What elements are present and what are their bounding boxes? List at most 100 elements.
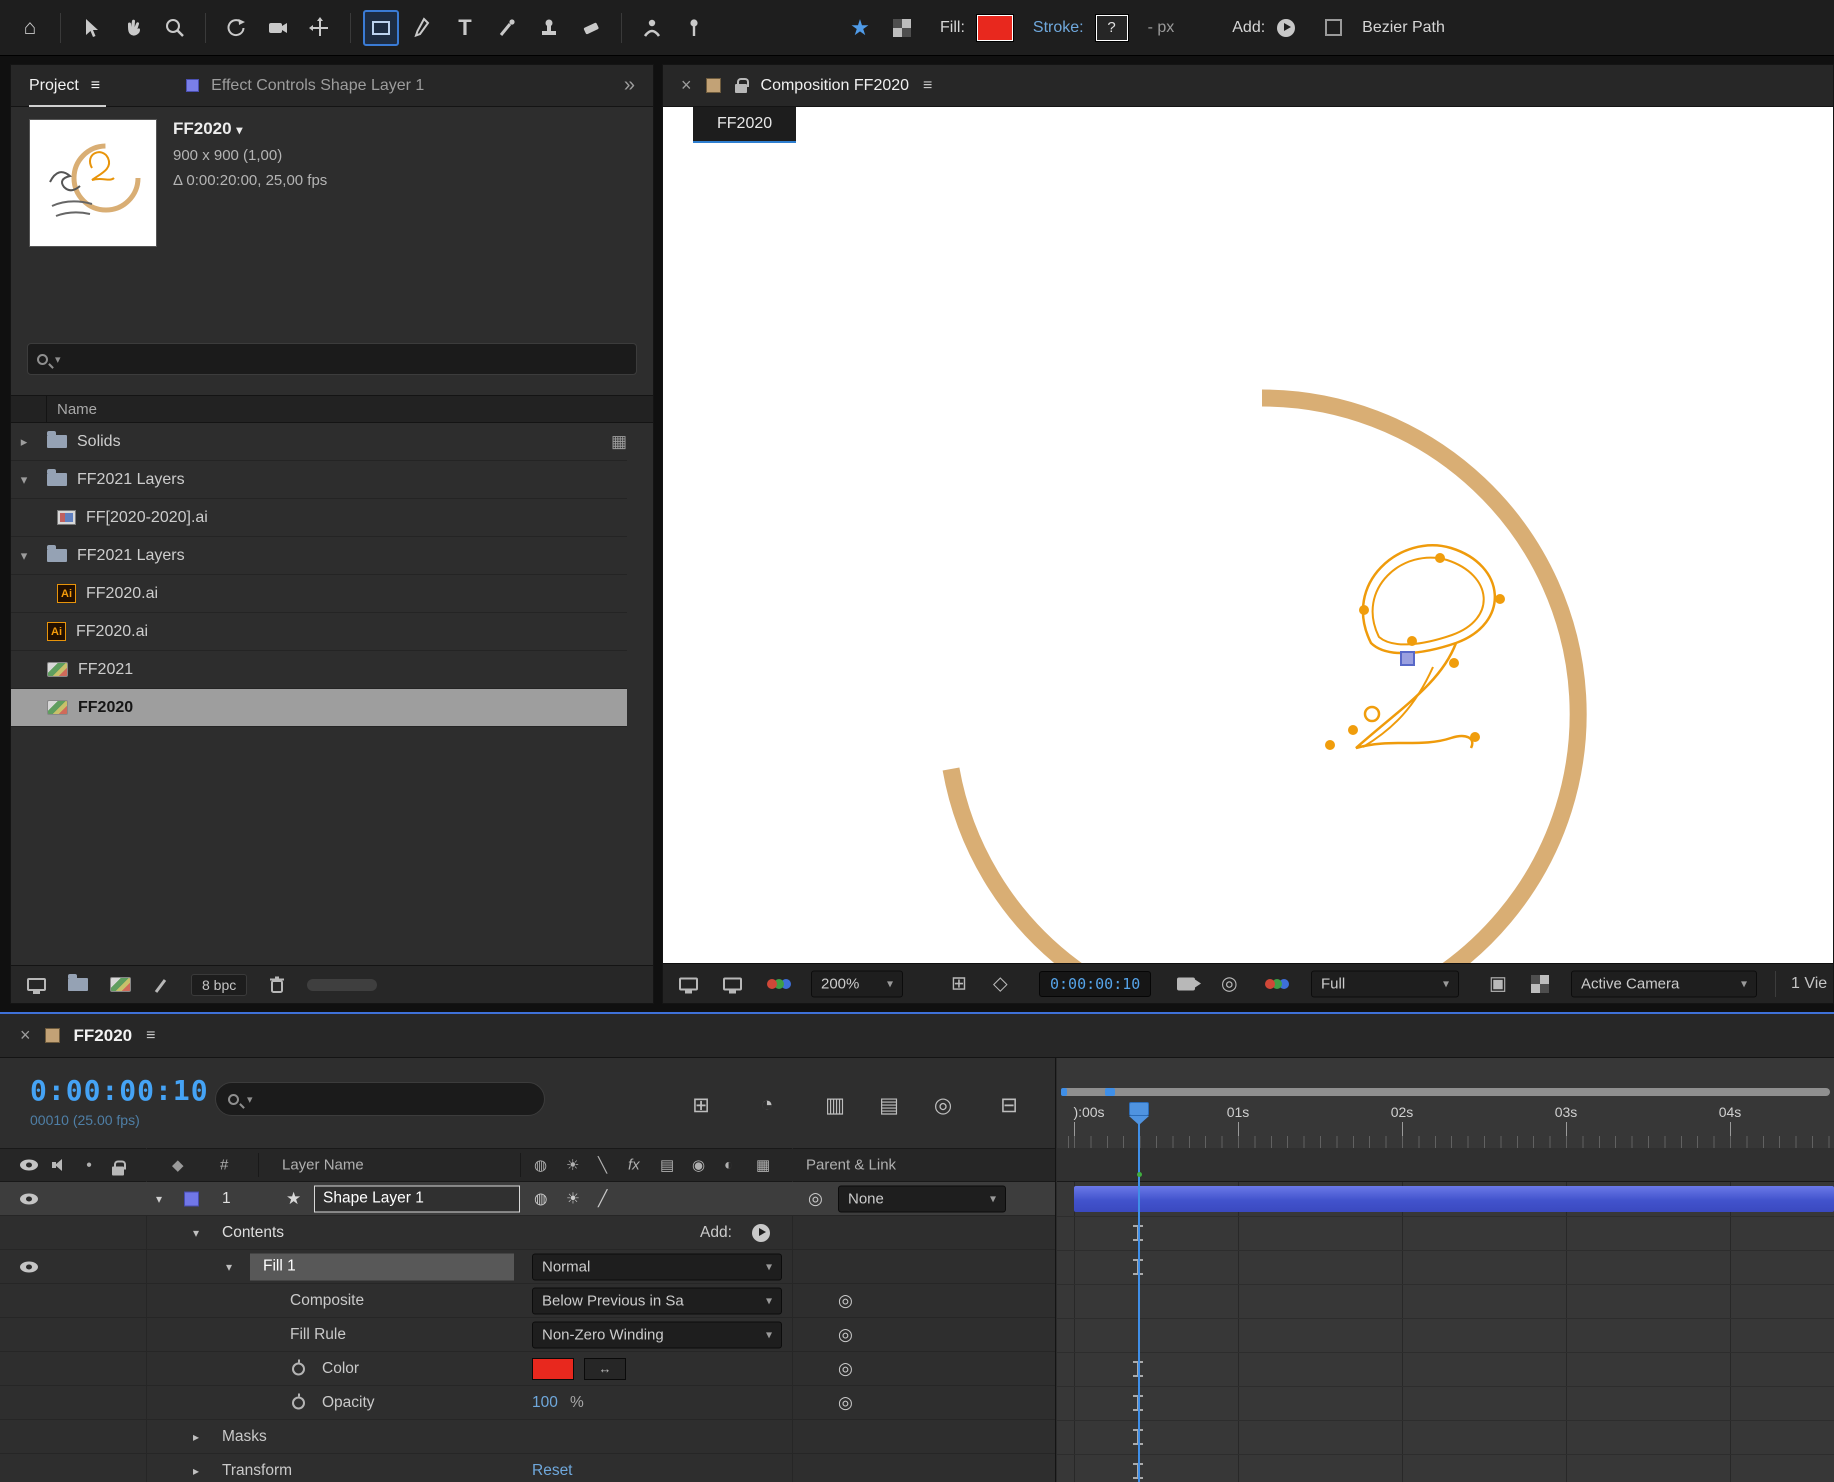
draft-3d-icon[interactable]: ◔ (752, 1090, 782, 1120)
layer-duration-bar[interactable] (1074, 1186, 1834, 1212)
motion-blur-icon[interactable]: ◎ (928, 1090, 958, 1120)
comp-label-color[interactable] (45, 1028, 60, 1043)
snapshot-icon[interactable] (1177, 977, 1195, 990)
expression-pick-whip-icon[interactable]: ◎ (838, 1291, 853, 1311)
layer-quality-switch[interactable]: ╱ (598, 1189, 607, 1208)
stopwatch-icon[interactable] (292, 1362, 305, 1375)
color-swatch[interactable] (532, 1358, 574, 1380)
label-column-icon[interactable]: ◆ (172, 1156, 184, 1174)
new-composition-icon[interactable] (110, 977, 131, 992)
artwork[interactable] (663, 107, 1833, 963)
project-item-ff2020-ai[interactable]: Ai FF2020.ai (11, 575, 627, 613)
project-item-ff2020-2020-ai[interactable]: FF[2020-2020].ai (11, 499, 627, 537)
adjust-icon[interactable] (153, 976, 169, 994)
fill-rule-select[interactable]: Non-Zero Winding ▾ (532, 1321, 782, 1348)
interpret-footage-icon[interactable] (27, 978, 46, 991)
layer-expand-icon[interactable]: ▾ (156, 1192, 162, 1206)
timeline-comp-tab[interactable]: FF2020 (74, 1026, 133, 1046)
lock-column-icon[interactable] (112, 1167, 124, 1176)
project-item-ff2021[interactable]: FF2021 (11, 651, 627, 689)
panel-menu-icon[interactable]: ≡ (923, 77, 932, 95)
threed-switch-icon[interactable]: ▦ (756, 1156, 770, 1174)
layer-shy-switch[interactable]: ◍ (534, 1189, 548, 1208)
add-property-icon[interactable] (752, 1224, 770, 1242)
layer-label-color[interactable] (184, 1191, 199, 1206)
new-folder-icon[interactable] (68, 978, 88, 991)
comp-label-color[interactable] (706, 78, 721, 93)
timeline-tracks[interactable]: ):00s 01s 02s 03s 04s (1057, 1058, 1834, 1482)
layer-collapse-switch[interactable]: ☀ (566, 1189, 580, 1208)
tab-project[interactable]: Project ≡ (29, 65, 106, 107)
layer-name-field[interactable]: Shape Layer 1 (314, 1185, 520, 1212)
comp-nav-tab[interactable]: FF2020 (693, 107, 796, 143)
hand-tool-icon[interactable] (115, 10, 151, 46)
transform-expand-icon[interactable]: ▸ (193, 1464, 199, 1478)
flowchart-icon[interactable]: ▦ (611, 432, 627, 452)
quality-switch-icon[interactable]: ╲ (598, 1156, 607, 1174)
expression-pick-whip-icon[interactable]: ◎ (838, 1325, 853, 1345)
color-picker-icon[interactable]: ↔ (584, 1358, 626, 1380)
masks-row[interactable]: ▸ Masks (0, 1420, 1055, 1454)
pen-tool-icon[interactable] (405, 10, 441, 46)
timeline-search-input[interactable]: ▾ (215, 1082, 545, 1116)
pan-behind-tool-icon[interactable] (302, 10, 338, 46)
home-icon[interactable]: ⌂ (12, 10, 48, 46)
project-item-solids[interactable]: ▸ Solids ▦ (11, 423, 627, 461)
comp-name-caret-icon[interactable]: ▾ (236, 123, 242, 137)
delete-icon[interactable] (269, 976, 285, 994)
fill-expand-icon[interactable]: ▾ (226, 1260, 232, 1274)
fill-rule-row[interactable]: Fill Rule Non-Zero Winding ▾ ◎ (0, 1318, 1055, 1352)
contents-row[interactable]: ▾ Contents Add: (0, 1216, 1055, 1250)
zoom-select[interactable]: 200% ▾ (811, 970, 903, 997)
composite-row[interactable]: Composite Below Previous in Sa ▾ ◎ (0, 1284, 1055, 1318)
rotate-tool-icon[interactable] (218, 10, 254, 46)
brush-tool-icon[interactable] (489, 10, 525, 46)
grid-guides-icon[interactable]: ⊞ (951, 972, 967, 995)
contents-expand-icon[interactable]: ▾ (193, 1226, 199, 1240)
composition-canvas[interactable]: FF2020 (663, 107, 1833, 963)
fill-color-swatch[interactable] (977, 15, 1013, 41)
collapse-switch-icon[interactable]: ☀ (566, 1156, 579, 1174)
panel-menu-icon[interactable]: ≡ (91, 77, 100, 95)
current-timecode[interactable]: 0:00:00:10 (30, 1074, 209, 1107)
mask-favorite-button[interactable]: ★ (842, 10, 878, 46)
project-item-ff2020-selected[interactable]: FF2020 (11, 689, 627, 727)
fill-name-box[interactable]: Fill 1 (250, 1253, 514, 1280)
search-caret-icon[interactable]: ▾ (55, 353, 61, 366)
stroke-label[interactable]: Stroke: (1033, 19, 1084, 37)
stroke-width-value[interactable]: - px (1148, 19, 1175, 37)
close-panel-icon[interactable]: × (681, 75, 692, 96)
rectangle-tool-icon[interactable] (363, 10, 399, 46)
current-time-indicator-handle[interactable] (1129, 1102, 1149, 1116)
parent-link-column-label[interactable]: Parent & Link (806, 1157, 896, 1174)
project-item-ff2021-layers[interactable]: ▾ FF2021 Layers (11, 461, 627, 499)
frame-blend-switch-icon[interactable]: ▤ (660, 1156, 674, 1174)
effects-switch-icon[interactable]: fx (628, 1157, 640, 1174)
composition-mini-flowchart-icon[interactable]: ⊞ (686, 1090, 716, 1120)
layer-name-column-label[interactable]: Layer Name (282, 1157, 364, 1174)
expression-pick-whip-icon[interactable]: ◎ (838, 1359, 853, 1379)
video-column-icon[interactable] (20, 1160, 38, 1171)
selection-tool-icon[interactable] (73, 10, 109, 46)
color-row[interactable]: Color ↔ ◎ (0, 1352, 1055, 1386)
project-search-input[interactable]: ▾ (27, 343, 637, 375)
project-column-header[interactable]: Name (11, 395, 653, 423)
footer-scrollbar[interactable] (307, 979, 377, 991)
stroke-color-swatch[interactable]: ? (1096, 15, 1128, 41)
transform-row[interactable]: ▸ Transform Reset (0, 1454, 1055, 1482)
preview-monitor-icon[interactable] (723, 977, 742, 990)
camera-select[interactable]: Active Camera ▾ (1571, 970, 1757, 997)
color-depth-button[interactable]: 8 bpc (191, 974, 247, 996)
stereo-glasses-icon[interactable] (767, 979, 777, 989)
zoom-tool-icon[interactable] (157, 10, 193, 46)
layer-visibility-toggle[interactable] (20, 1193, 38, 1204)
tab-effect-controls[interactable]: Effect Controls Shape Layer 1 (211, 77, 424, 95)
transparency-grid-button[interactable] (884, 10, 920, 46)
region-of-interest-icon[interactable]: ▣ (1489, 972, 1507, 995)
close-panel-icon[interactable]: × (20, 1025, 31, 1046)
masks-expand-icon[interactable]: ▸ (193, 1430, 199, 1444)
number-column-label[interactable]: # (220, 1157, 228, 1174)
camera-tool-icon[interactable] (260, 10, 296, 46)
add-shape-icon[interactable] (1277, 19, 1295, 37)
clone-stamp-tool-icon[interactable] (531, 10, 567, 46)
